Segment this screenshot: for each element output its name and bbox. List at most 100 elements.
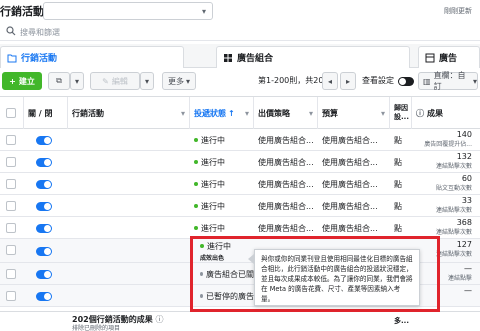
row-checkbox[interactable] bbox=[6, 223, 16, 233]
result-cell: — bbox=[464, 286, 472, 295]
sort-ascending-icon: ↑ bbox=[228, 108, 235, 118]
tooltip-arrow bbox=[248, 254, 254, 264]
chevron-down-icon: ▾ bbox=[244, 108, 249, 118]
chevron-down-icon: ▾ bbox=[308, 108, 313, 118]
delivery-status: 進行中 bbox=[190, 173, 254, 195]
view-setting-label: 查看設定 bbox=[362, 76, 394, 85]
active-status-dot bbox=[194, 138, 198, 142]
chevron-down-icon: ▾ bbox=[180, 108, 185, 118]
result-cell: 368 連結點擊次數 bbox=[435, 218, 472, 236]
table-row[interactable]: 進行中 使用廣告組合... 使用廣告組合... 點 132 連結點擊次數 bbox=[0, 151, 480, 173]
toolbar: + 建立 ⧉ ▾ ✎ 編輯 ▾ 更多 ▾ 第1-200則，共202則 ◂ ▸ 查… bbox=[0, 70, 480, 92]
campaign-toggle[interactable] bbox=[36, 180, 52, 189]
campaign-toggle[interactable] bbox=[36, 158, 52, 167]
campaign-toggle[interactable] bbox=[36, 136, 52, 145]
duplicate-dropdown[interactable]: ▾ bbox=[70, 72, 84, 90]
header-bid-strategy[interactable]: 出價策略 ▾ bbox=[254, 97, 318, 129]
active-status-dot bbox=[194, 160, 198, 164]
view-setting-toggle[interactable] bbox=[398, 77, 414, 86]
edit-dropdown[interactable]: ▾ bbox=[140, 72, 154, 90]
tab-ads-label: 廣告 bbox=[439, 54, 458, 64]
next-page-button[interactable]: ▸ bbox=[340, 72, 356, 90]
edit-button-label: 編輯 bbox=[111, 76, 128, 86]
budget-cell: 使用廣告組合... bbox=[322, 179, 378, 189]
result-cell: 60 貼文互動次數 bbox=[435, 174, 472, 192]
header-results[interactable]: ⓘ 成果 bbox=[412, 97, 480, 129]
header-campaign[interactable]: 行銷活動 ▾ bbox=[68, 97, 190, 129]
level-tabs: 行銷活動 廣告組合 廣告 bbox=[0, 44, 480, 68]
row-checkbox[interactable] bbox=[6, 157, 16, 167]
header-bid-label: 出價策略 bbox=[258, 108, 290, 118]
edit-button[interactable]: ✎ 編輯 bbox=[90, 72, 140, 90]
info-icon: ⓘ bbox=[155, 315, 164, 324]
attribution-cell: 點 bbox=[394, 157, 402, 167]
campaign-toggle[interactable] bbox=[36, 292, 52, 301]
attribution-cell: 點 bbox=[394, 135, 402, 145]
table-row[interactable]: 進行中 使用廣告組合... 使用廣告組合... 點 140 廣告回覆提升佔... bbox=[0, 129, 480, 151]
more-button[interactable]: 更多 ▾ bbox=[162, 72, 196, 90]
chevron-down-icon: ▾ bbox=[74, 76, 79, 86]
header-results-label: 成果 bbox=[427, 108, 443, 118]
table-header: 關 / 閉 行銷活動 ▾ 投遞狀態 ↑ ▾ 出價策略 ▾ 預算 ▾ 歸因設...… bbox=[0, 97, 480, 129]
campaign-toggle[interactable] bbox=[36, 224, 52, 233]
top-bar: 行銷活動 ▾ 剛剛更新 bbox=[0, 0, 480, 22]
summary-subtitle: 排除已刪除的項目 bbox=[72, 325, 121, 331]
chevron-down-icon: ▾ bbox=[144, 76, 149, 86]
more-button-label: 更多 bbox=[167, 76, 184, 86]
table-row[interactable]: 進行中 使用廣告組合... 使用廣告組合... 點 60 貼文互動次數 bbox=[0, 173, 480, 195]
row-checkbox[interactable] bbox=[6, 291, 16, 301]
search-bar bbox=[0, 25, 480, 41]
search-icon bbox=[6, 26, 16, 36]
delivery-tooltip: 與你或你的同業刊登且使用相同最佳化目標的廣告組合相比，此行銷活動中的廣告組合的投… bbox=[254, 249, 420, 306]
chevron-right-icon: ▸ bbox=[345, 76, 350, 86]
header-delivery-label: 投遞狀態 bbox=[194, 108, 226, 118]
attribution-cell: 點 bbox=[394, 201, 402, 211]
folder-icon bbox=[7, 53, 17, 63]
header-onoff[interactable]: 關 / 閉 bbox=[24, 97, 68, 129]
row-checkbox[interactable] bbox=[6, 201, 16, 211]
budget-cell: 使用廣告組合... bbox=[322, 201, 378, 211]
tab-ads[interactable]: 廣告 bbox=[418, 46, 480, 68]
bid-cell: 使用廣告組合... bbox=[258, 179, 314, 189]
pencil-icon: ✎ bbox=[102, 76, 109, 86]
delivery-status: 進行中 bbox=[190, 129, 254, 151]
table-row[interactable]: 進行中 使用廣告組合... 使用廣告組合... 點 33 連結點擊次數 bbox=[0, 195, 480, 217]
updated-status[interactable]: 剛剛更新 bbox=[444, 6, 472, 16]
duplicate-button[interactable]: ⧉ bbox=[48, 72, 70, 90]
campaign-toggle[interactable] bbox=[36, 202, 52, 211]
account-selector[interactable]: ▾ bbox=[43, 2, 213, 20]
tab-ad-sets[interactable]: 廣告組合 bbox=[216, 46, 410, 68]
tab-campaigns[interactable]: 行銷活動 bbox=[0, 46, 184, 68]
select-all-header bbox=[0, 97, 24, 129]
grid-icon bbox=[223, 53, 233, 63]
header-delivery[interactable]: 投遞狀態 ↑ ▾ bbox=[190, 97, 254, 129]
campaign-toggle[interactable] bbox=[36, 270, 52, 279]
row-checkbox[interactable] bbox=[6, 135, 16, 145]
active-status-dot bbox=[194, 226, 198, 230]
row-checkbox[interactable] bbox=[6, 179, 16, 189]
columns-button[interactable]: ▥ 直欄：自訂 ▾ bbox=[418, 71, 478, 91]
chevron-down-icon: ▾ bbox=[201, 7, 206, 16]
row-checkbox[interactable] bbox=[6, 269, 16, 279]
row-checkbox[interactable] bbox=[6, 245, 16, 255]
active-status-dot bbox=[194, 204, 198, 208]
result-cell: 140 廣告回覆提升佔... bbox=[424, 130, 472, 148]
select-all-checkbox[interactable] bbox=[6, 108, 16, 118]
header-budget-label: 預算 bbox=[322, 108, 338, 118]
header-attribution[interactable]: 歸因設... bbox=[390, 97, 412, 129]
bid-cell: 使用廣告組合... bbox=[258, 201, 314, 211]
create-button[interactable]: + 建立 bbox=[2, 72, 42, 90]
header-campaign-label: 行銷活動 bbox=[72, 108, 104, 118]
create-button-label: 建立 bbox=[18, 76, 35, 86]
campaign-toggle[interactable] bbox=[36, 247, 52, 256]
search-input[interactable] bbox=[20, 25, 320, 39]
header-budget[interactable]: 預算 ▾ bbox=[318, 97, 390, 129]
tab-campaigns-label: 行銷活動 bbox=[21, 54, 58, 64]
tab-ad-sets-label: 廣告組合 bbox=[237, 54, 274, 64]
bid-cell: 使用廣告組合... bbox=[258, 157, 314, 167]
budget-cell: 使用廣告組合... bbox=[322, 135, 378, 145]
result-cell: — 連結點擊 bbox=[447, 264, 472, 282]
prev-page-button[interactable]: ◂ bbox=[322, 72, 338, 90]
summary-attribution: 多... bbox=[394, 317, 409, 325]
chevron-down-icon: ▾ bbox=[185, 76, 190, 86]
